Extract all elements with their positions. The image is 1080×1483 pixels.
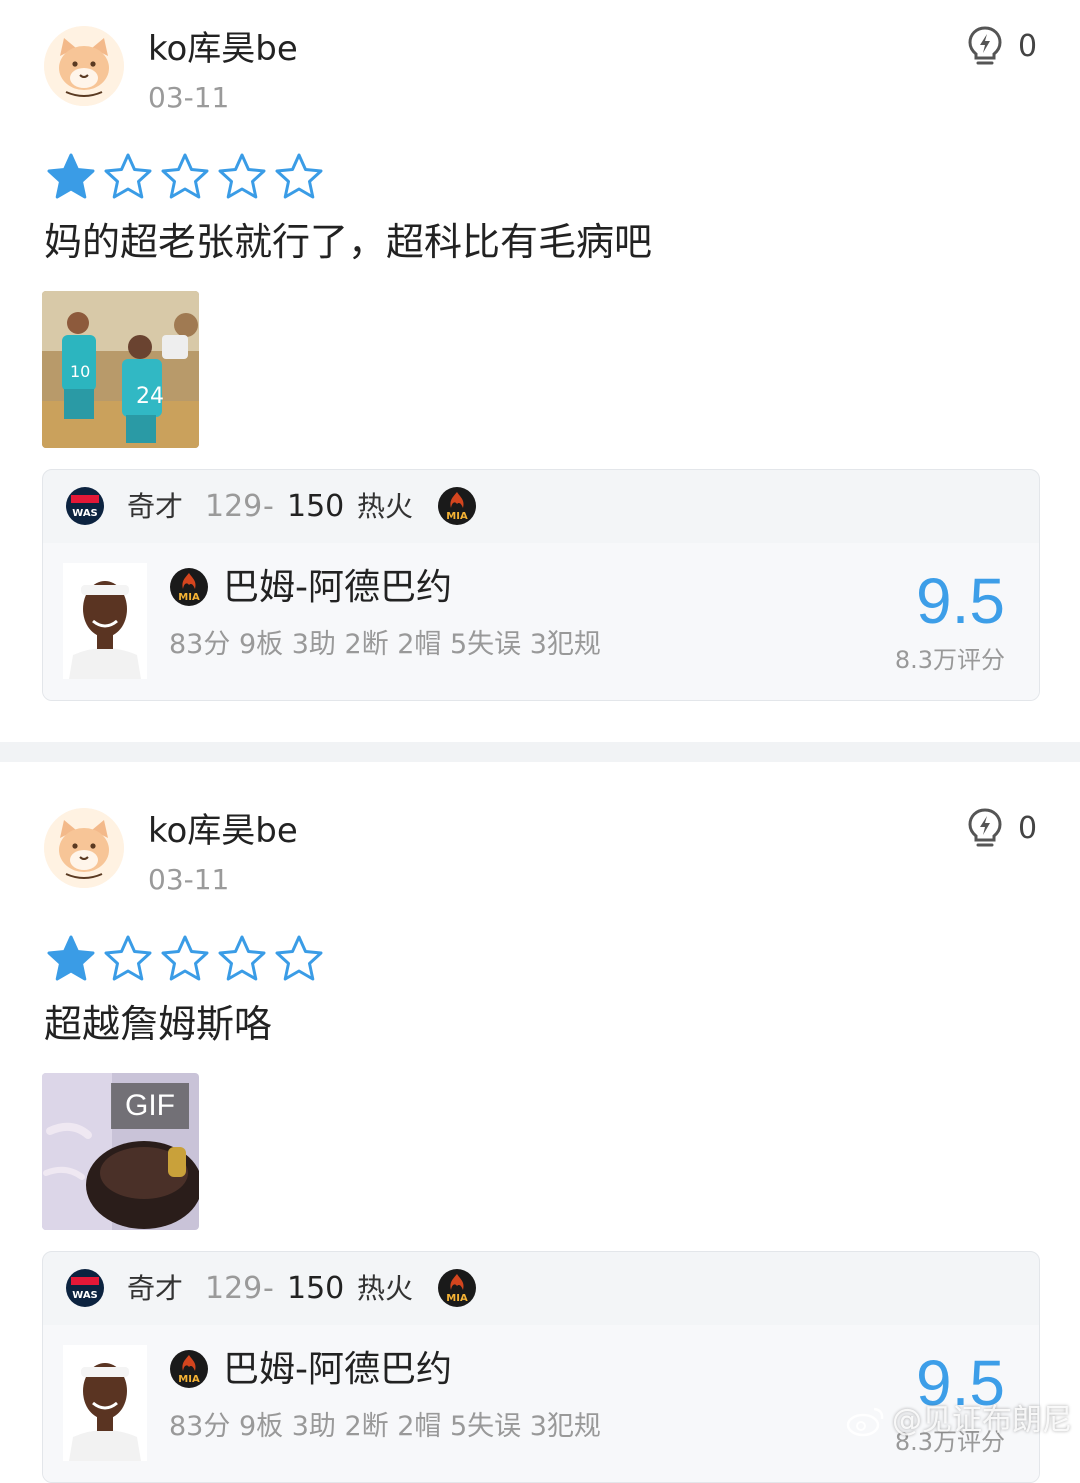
wizards-logo-icon: WAS bbox=[66, 487, 104, 525]
watermark-text: @见证布朗尼 bbox=[892, 1403, 1072, 1438]
heat-logo-icon: MIA bbox=[170, 568, 208, 606]
basketball-photo-image: 24 10 bbox=[42, 291, 199, 448]
user-avatar[interactable] bbox=[44, 808, 124, 888]
username[interactable]: ko库昊be bbox=[148, 26, 298, 72]
lightning-bulb-icon bbox=[968, 26, 1002, 65]
home-team-name: 奇才 bbox=[127, 1272, 184, 1305]
star-outline-icon bbox=[275, 153, 323, 199]
away-team-name: 热火 bbox=[357, 1272, 414, 1305]
lightning-bulb-icon bbox=[968, 808, 1002, 847]
like-count: 0 bbox=[1018, 810, 1038, 846]
away-team-score: 150 bbox=[287, 489, 345, 524]
svg-text:MIA: MIA bbox=[178, 1374, 200, 1385]
game-rating-card[interactable]: WAS 奇才 129 - 150 热火 MIA MIA 巴姆-阿德巴约 83分 … bbox=[42, 1251, 1040, 1483]
svg-text:MIA: MIA bbox=[446, 511, 468, 522]
svg-text:MIA: MIA bbox=[178, 592, 200, 603]
star-outline-icon bbox=[104, 935, 152, 981]
post-divider bbox=[0, 742, 1080, 762]
svg-text:WAS: WAS bbox=[72, 1290, 98, 1301]
user-avatar[interactable] bbox=[44, 26, 124, 106]
star-rating bbox=[44, 150, 329, 206]
weibo-watermark: @见证布朗尼 bbox=[846, 1396, 1072, 1446]
like-button[interactable]: 0 bbox=[966, 24, 1037, 68]
star-outline-icon bbox=[218, 153, 266, 199]
player-name[interactable]: 巴姆-阿德巴约 bbox=[223, 1339, 452, 1401]
star-filled-icon bbox=[47, 935, 95, 981]
player-name[interactable]: 巴姆-阿德巴约 bbox=[223, 557, 452, 619]
home-team-score: 129 bbox=[205, 1271, 263, 1306]
weibo-logo-icon bbox=[846, 1407, 884, 1437]
away-team-name: 热火 bbox=[357, 490, 414, 523]
username[interactable]: ko库昊be bbox=[148, 808, 298, 854]
star-filled-icon bbox=[47, 153, 95, 199]
like-button[interactable]: 0 bbox=[966, 806, 1037, 850]
svg-text:10: 10 bbox=[70, 362, 90, 381]
post-date: 03-11 bbox=[148, 81, 230, 114]
comment-text: 妈的超老张就行了，超科比有毛病吧 bbox=[44, 220, 653, 264]
rating-count: 8.3万评分 bbox=[894, 646, 1005, 674]
svg-text:24: 24 bbox=[136, 384, 164, 409]
cat-avatar-icon bbox=[44, 26, 124, 106]
comment-text: 超越詹姆斯咯 bbox=[44, 1002, 273, 1046]
star-outline-icon bbox=[161, 153, 209, 199]
comment-gif[interactable]: GIF bbox=[42, 1073, 199, 1230]
heat-logo-icon: MIA bbox=[170, 1350, 208, 1388]
score-separator: - bbox=[263, 489, 274, 524]
star-rating bbox=[44, 932, 329, 988]
away-team-score: 150 bbox=[287, 1271, 345, 1306]
game-score-row[interactable]: WAS 奇才 129 - 150 热火 MIA bbox=[43, 1252, 1039, 1324]
player-stats: 83分 9板 3助 2断 2帽 5失误 3犯规 bbox=[169, 1411, 601, 1442]
comment-image[interactable]: 24 10 bbox=[42, 291, 199, 448]
score-separator: - bbox=[263, 1271, 274, 1306]
gif-badge: GIF bbox=[111, 1083, 189, 1129]
comment-post-1: ko库昊be 03-11 0 妈的超老张就行了，超科比有毛病吧 24 10 WA… bbox=[0, 0, 1080, 740]
heat-logo-icon: MIA bbox=[438, 487, 476, 525]
svg-text:MIA: MIA bbox=[446, 1293, 468, 1304]
game-score-row[interactable]: WAS 奇才 129 - 150 热火 MIA bbox=[43, 470, 1039, 542]
like-count: 0 bbox=[1018, 28, 1038, 64]
home-team-score: 129 bbox=[205, 489, 263, 524]
star-outline-icon bbox=[104, 153, 152, 199]
star-outline-icon bbox=[161, 935, 209, 981]
svg-text:WAS: WAS bbox=[72, 508, 98, 519]
home-team-name: 奇才 bbox=[127, 490, 184, 523]
comment-post-2: ko库昊be 03-11 0 超越詹姆斯咯 GIF WAS 奇才 129 - 1… bbox=[0, 782, 1080, 1483]
player-headshot-image bbox=[63, 563, 147, 679]
player-headshot-image bbox=[63, 1345, 147, 1461]
player-rating-row[interactable]: MIA 巴姆-阿德巴约 83分 9板 3助 2断 2帽 5失误 3犯规 9.5 … bbox=[43, 543, 1039, 700]
post-date: 03-11 bbox=[148, 863, 230, 896]
wizards-logo-icon: WAS bbox=[66, 1269, 104, 1307]
heat-logo-icon: MIA bbox=[438, 1269, 476, 1307]
cat-avatar-icon bbox=[44, 808, 124, 888]
player-rating-score: 9.5 bbox=[916, 565, 1005, 637]
player-stats: 83分 9板 3助 2断 2帽 5失误 3犯规 bbox=[169, 629, 601, 660]
star-outline-icon bbox=[275, 935, 323, 981]
player-photo bbox=[63, 1345, 147, 1461]
game-rating-card[interactable]: WAS 奇才 129 - 150 热火 MIA MIA 巴姆-阿德巴约 83分 … bbox=[42, 469, 1040, 701]
player-photo bbox=[63, 563, 147, 679]
star-outline-icon bbox=[218, 935, 266, 981]
